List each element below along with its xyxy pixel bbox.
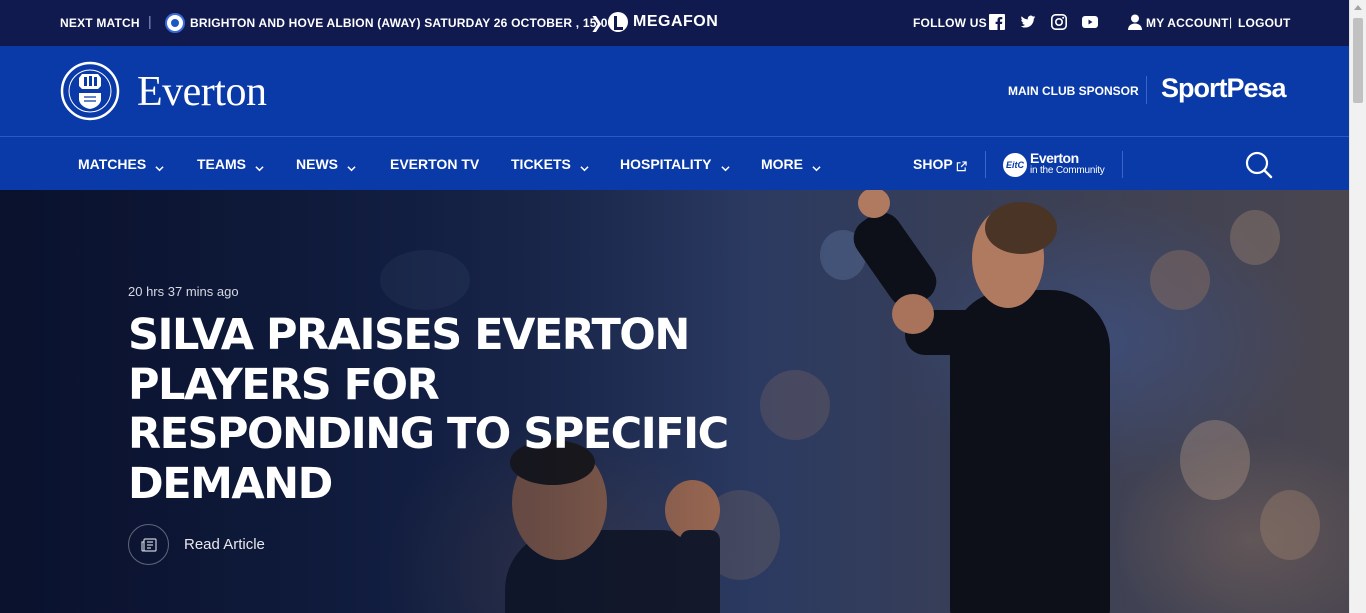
nav-item-label: NEWS xyxy=(296,156,338,172)
club-wordmark[interactable]: Everton xyxy=(137,68,267,116)
user-icon[interactable] xyxy=(1128,14,1142,30)
scrollbar[interactable] xyxy=(1349,0,1366,613)
nav-item-label: SHOP xyxy=(913,156,953,172)
nav-item-news[interactable]: NEWS xyxy=(296,156,356,172)
external-link-icon xyxy=(956,159,967,171)
chevron-right-icon[interactable]: ❯ xyxy=(590,13,604,33)
my-account-link[interactable]: MY ACCOUNT xyxy=(1146,16,1229,30)
main-navigation: MATCHES TEAMS NEWS EVERTON TV TICKETS HO… xyxy=(0,136,1349,190)
separator: | xyxy=(148,13,152,29)
chevron-down-icon xyxy=(812,160,821,171)
chevron-down-icon xyxy=(580,160,589,171)
nav-item-label: MATCHES xyxy=(78,156,147,172)
read-article-label: Read Article xyxy=(184,536,265,553)
everton-in-the-community-link[interactable]: EitC Everton in the Community xyxy=(1003,150,1113,178)
nav-item-tickets[interactable]: TICKETS xyxy=(511,156,589,172)
scroll-up-arrow-icon[interactable] xyxy=(1354,5,1362,10)
nav-item-hospitality[interactable]: HOSPITALITY xyxy=(620,156,730,172)
youtube-icon[interactable] xyxy=(1082,14,1098,30)
divider xyxy=(1146,76,1147,104)
divider xyxy=(1122,151,1123,178)
chevron-down-icon xyxy=(255,160,264,171)
community-title: Everton xyxy=(1030,150,1079,166)
top-bar: NEXT MATCH | BRIGHTON AND HOVE ALBION (A… xyxy=(0,0,1349,46)
facebook-icon[interactable] xyxy=(989,14,1005,30)
opponent-crest-icon xyxy=(165,13,185,33)
community-badge-icon: EitC xyxy=(1003,153,1027,177)
site-header: Everton MAIN CLUB SPONSOR SportPesa xyxy=(0,46,1349,136)
follow-us-label: FOLLOW US xyxy=(913,16,987,30)
twitter-icon[interactable] xyxy=(1020,14,1036,30)
nav-item-more[interactable]: MORE xyxy=(761,156,821,172)
sponsor-label: MAIN CLUB SPONSOR xyxy=(1008,84,1139,98)
nav-item-label: HOSPITALITY xyxy=(620,156,712,172)
everton-crest-logo[interactable] xyxy=(60,60,120,122)
divider xyxy=(985,151,986,178)
nav-item-label: EVERTON TV xyxy=(390,156,480,172)
nav-item-matches[interactable]: MATCHES xyxy=(78,156,164,172)
nav-item-label: TICKETS xyxy=(511,156,571,172)
next-match-label: NEXT MATCH xyxy=(60,16,140,30)
search-icon[interactable] xyxy=(1245,151,1273,179)
read-article-button[interactable]: Read Article xyxy=(128,524,265,565)
chevron-down-icon xyxy=(347,160,356,171)
community-subtitle: in the Community xyxy=(1030,165,1105,176)
megafon-logo-icon xyxy=(608,12,628,32)
nav-item-everton-tv[interactable]: EVERTON TV xyxy=(390,156,479,172)
nav-item-label: TEAMS xyxy=(197,156,246,172)
article-timestamp: 20 hrs 37 mins ago xyxy=(128,284,239,299)
next-match-link[interactable]: BRIGHTON AND HOVE ALBION (AWAY) SATURDAY… xyxy=(190,16,615,30)
article-icon xyxy=(128,524,169,565)
sponsor-logo[interactable]: SportPesa xyxy=(1161,73,1287,104)
chevron-down-icon xyxy=(155,160,164,171)
hero-banner[interactable]: 20 hrs 37 mins ago SILVA PRAISES EVERTON… xyxy=(0,190,1349,613)
logout-link[interactable]: LOGOUT xyxy=(1238,16,1291,30)
separator: | xyxy=(1229,15,1233,29)
nav-item-label: MORE xyxy=(761,156,803,172)
partner-logo[interactable]: MEGAFON xyxy=(633,13,718,31)
instagram-icon[interactable] xyxy=(1051,14,1067,30)
nav-item-teams[interactable]: TEAMS xyxy=(197,156,264,172)
chevron-down-icon xyxy=(720,160,730,171)
article-headline[interactable]: SILVA PRAISES EVERTON PLAYERS FOR RESPON… xyxy=(128,310,729,509)
scrollbar-thumb[interactable] xyxy=(1353,18,1363,103)
nav-item-shop[interactable]: SHOP xyxy=(913,156,967,172)
